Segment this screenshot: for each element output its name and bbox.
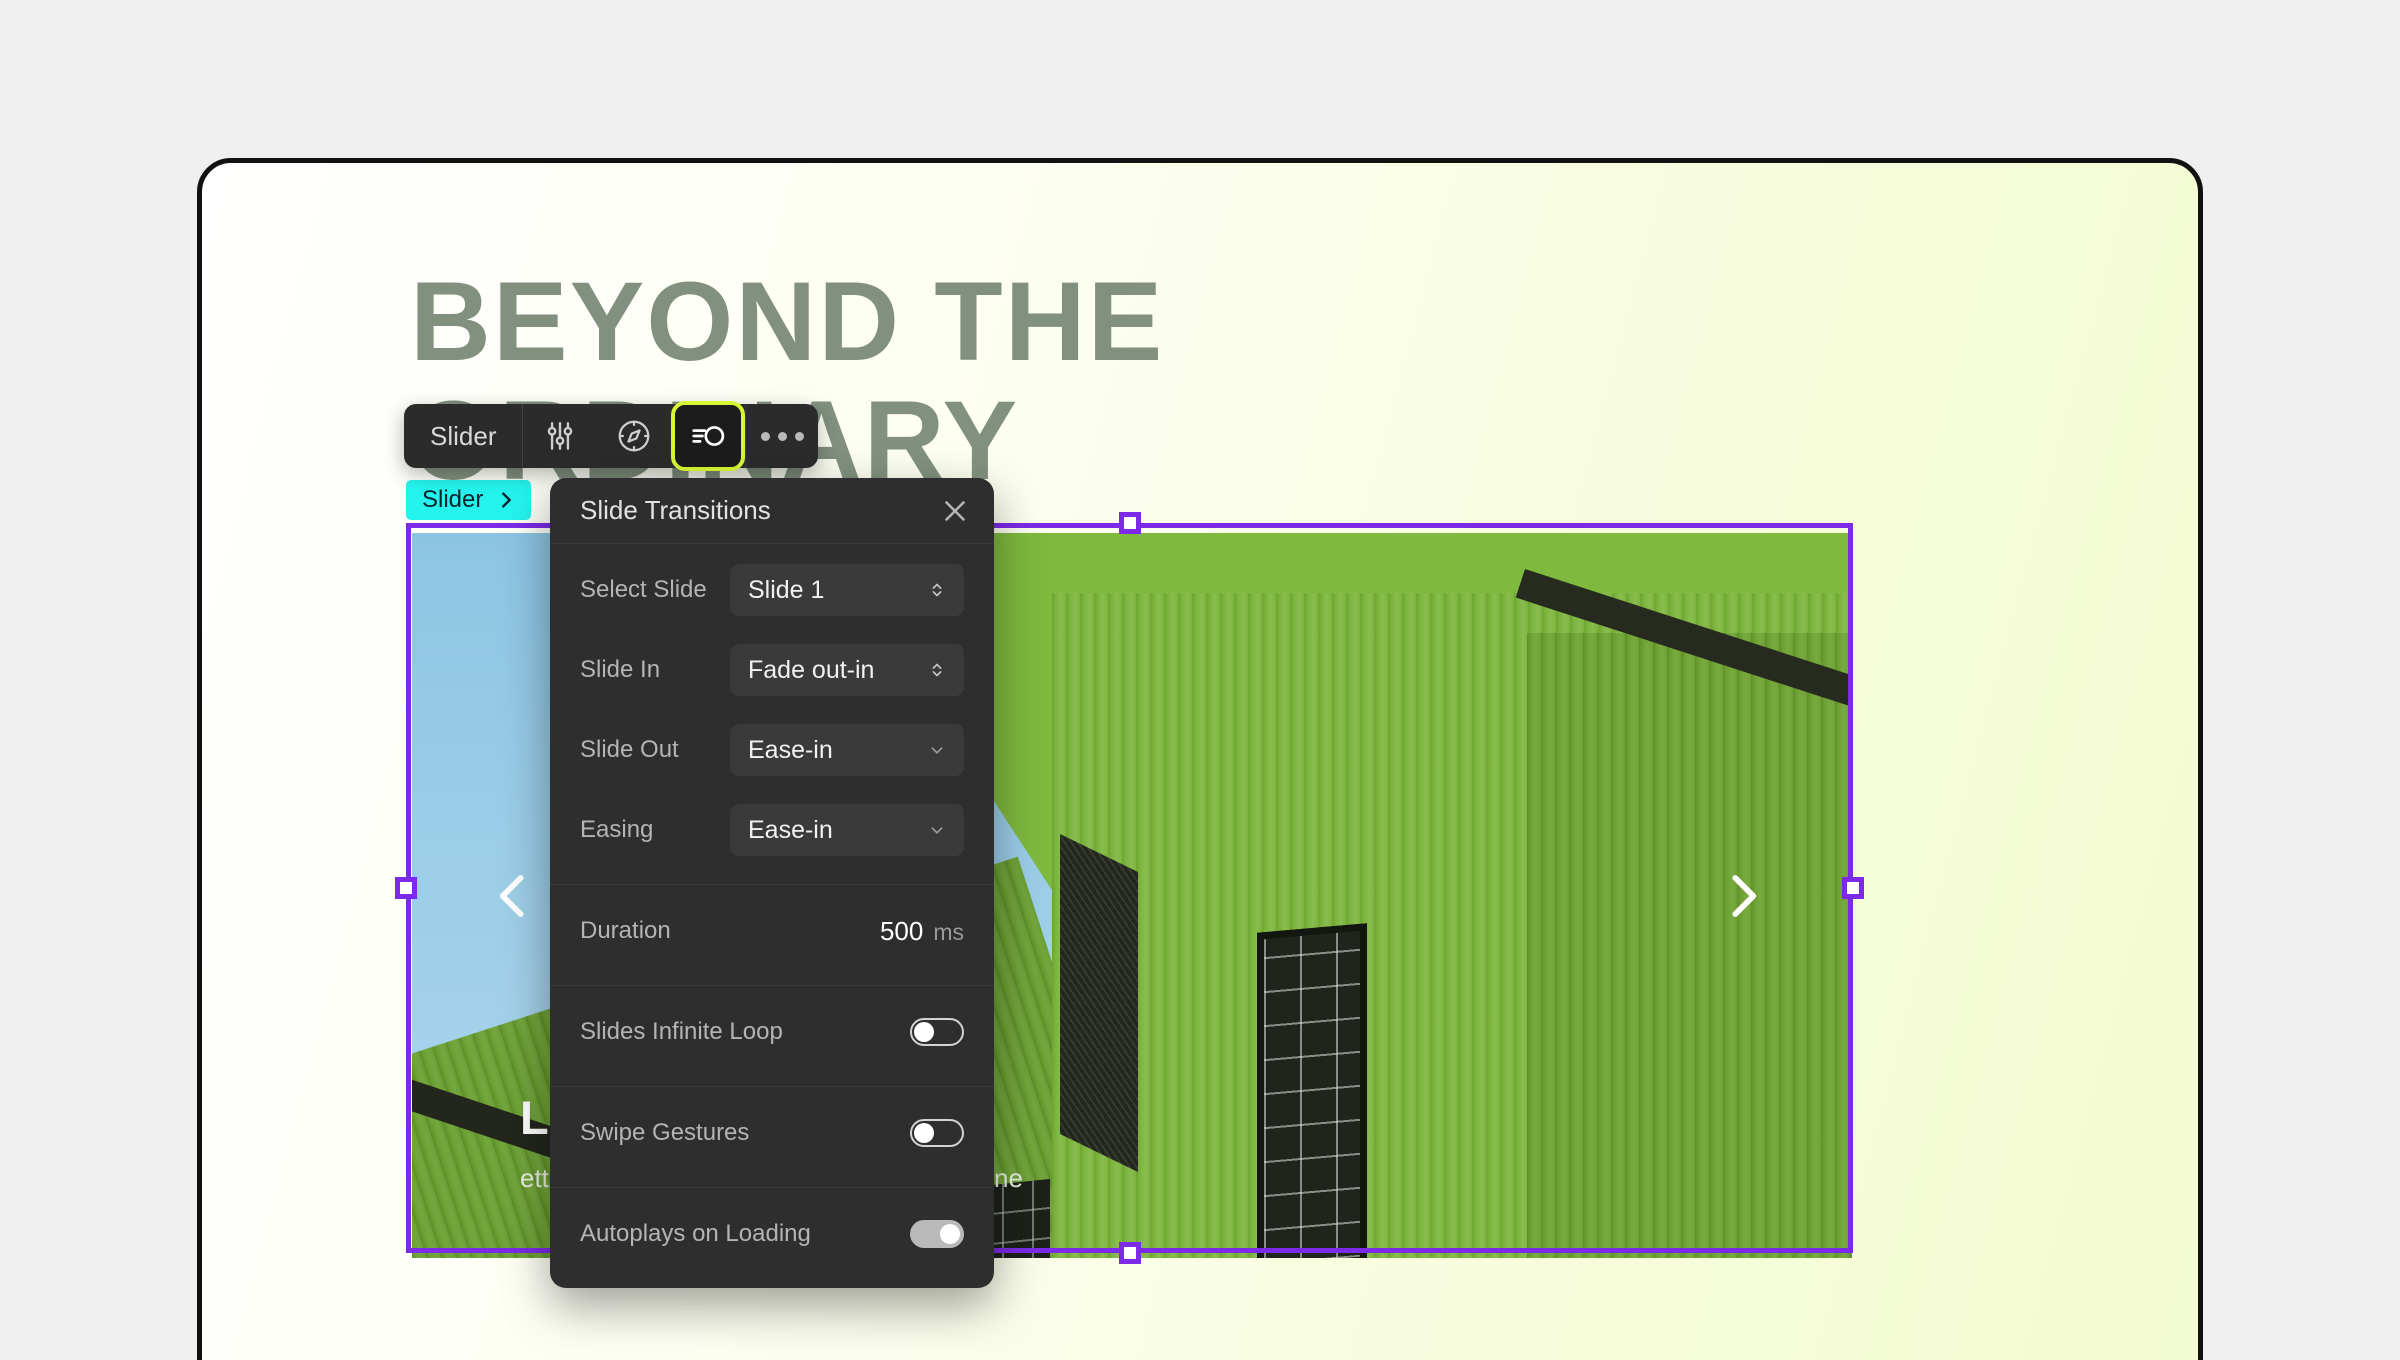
duration-unit: ms — [933, 918, 964, 945]
resize-handle-left[interactable] — [395, 877, 417, 899]
compass-icon — [619, 420, 650, 452]
slide-in-value: Fade out-in — [748, 655, 875, 684]
easing-label: Easing — [580, 816, 654, 843]
autoplays-on-loading-toggle[interactable] — [910, 1220, 964, 1248]
easing-value: Ease-in — [748, 815, 833, 844]
slide-out-label: Slide Out — [580, 736, 679, 763]
panel-section-transitions: Select Slide Slide 1 Slide In Fade out-i… — [550, 544, 994, 885]
row-slide-out: Slide Out Ease-in — [550, 710, 994, 790]
resize-handle-bottom[interactable] — [1118, 1242, 1141, 1264]
slider-next-button[interactable] — [1712, 865, 1774, 927]
more-dot-icon — [794, 431, 804, 441]
panel-close-button[interactable] — [938, 494, 972, 528]
photo-building-side-face — [1527, 633, 1852, 1258]
swipe-gestures-label: Swipe Gestures — [580, 1119, 750, 1146]
toggle-knob — [914, 1022, 934, 1042]
layer-badge-label: Slider — [422, 486, 484, 513]
chevron-down-icon — [931, 747, 943, 754]
design-canvas: BEYOND THE ORDINARY LE URBAN etter versi… — [197, 158, 2203, 1360]
panel-section-autoplay: Autoplays on Loading — [550, 1188, 994, 1288]
more-dot-icon — [777, 431, 787, 441]
toolbar-element-name[interactable]: Slider — [404, 404, 524, 468]
row-slide-in: Slide In Fade out-in — [550, 630, 994, 710]
photo-vent-panel — [1060, 833, 1138, 1173]
duration-label: Duration — [580, 917, 671, 944]
duration-value: 500 — [879, 915, 924, 946]
close-icon — [945, 500, 965, 521]
chevron-down-icon — [931, 827, 943, 834]
toolbar-adjust-button[interactable] — [523, 404, 597, 468]
panel-section-duration: Duration 500 ms — [550, 885, 994, 986]
toggle-knob — [914, 1123, 934, 1143]
toggle-knob — [940, 1224, 960, 1244]
transition-icon — [692, 426, 725, 446]
photo-window-tall — [1257, 923, 1367, 1258]
resize-handle-right[interactable] — [1842, 877, 1864, 899]
layer-badge[interactable]: Slider — [406, 480, 532, 520]
chevron-up-down-icon — [932, 583, 942, 597]
panel-section-swipe-gestures: Swipe Gestures — [550, 1087, 994, 1188]
row-easing: Easing Ease-in — [550, 790, 994, 870]
chevron-up-down-icon — [932, 663, 942, 677]
row-select-slide: Select Slide Slide 1 — [550, 550, 994, 630]
swipe-gestures-toggle[interactable] — [910, 1119, 964, 1147]
screen: BEYOND THE ORDINARY LE URBAN etter versi… — [0, 0, 2400, 1360]
slides-infinite-loop-toggle[interactable] — [910, 1018, 964, 1046]
row-autoplays-on-loading: Autoplays on Loading — [550, 1194, 994, 1274]
resize-handle-top[interactable] — [1118, 512, 1141, 534]
toolbar-transitions-button[interactable] — [671, 401, 746, 471]
slide-transitions-panel: Slide Transitions Select Slide Slide 1 S… — [550, 478, 994, 1288]
row-duration[interactable]: Duration 500 ms — [550, 891, 994, 971]
adjust-sliders-icon — [548, 422, 573, 450]
element-toolbar[interactable]: Slider — [404, 401, 819, 471]
select-slide-label: Select Slide — [580, 576, 707, 603]
toolbar-more-button[interactable] — [746, 404, 818, 468]
panel-section-infinite-loop: Slides Infinite Loop — [550, 986, 994, 1087]
row-slides-infinite-loop: Slides Infinite Loop — [550, 992, 994, 1072]
panel-header: Slide Transitions — [550, 478, 994, 544]
chevron-left-icon — [499, 874, 524, 917]
autoplays-on-loading-label: Autoplays on Loading — [580, 1220, 811, 1247]
select-slide-dropdown[interactable]: Slide 1 — [730, 564, 964, 616]
easing-dropdown[interactable]: Ease-in — [730, 804, 964, 856]
slide-out-dropdown[interactable]: Ease-in — [730, 724, 964, 776]
slide-in-label: Slide In — [580, 656, 661, 683]
slide-out-value: Ease-in — [748, 735, 833, 764]
row-swipe-gestures: Swipe Gestures — [550, 1093, 994, 1173]
chevron-right-icon — [1732, 874, 1757, 917]
slider-prev-button[interactable] — [482, 865, 544, 927]
slides-infinite-loop-label: Slides Infinite Loop — [580, 1018, 783, 1045]
chevron-right-icon — [502, 492, 512, 508]
panel-title: Slide Transitions — [580, 495, 771, 525]
select-slide-value: Slide 1 — [748, 575, 825, 604]
more-dot-icon — [760, 431, 770, 441]
duration-value-group[interactable]: 500 ms — [880, 916, 964, 947]
toolbar-compass-button[interactable] — [597, 404, 671, 468]
slide-in-dropdown[interactable]: Fade out-in — [730, 644, 964, 696]
